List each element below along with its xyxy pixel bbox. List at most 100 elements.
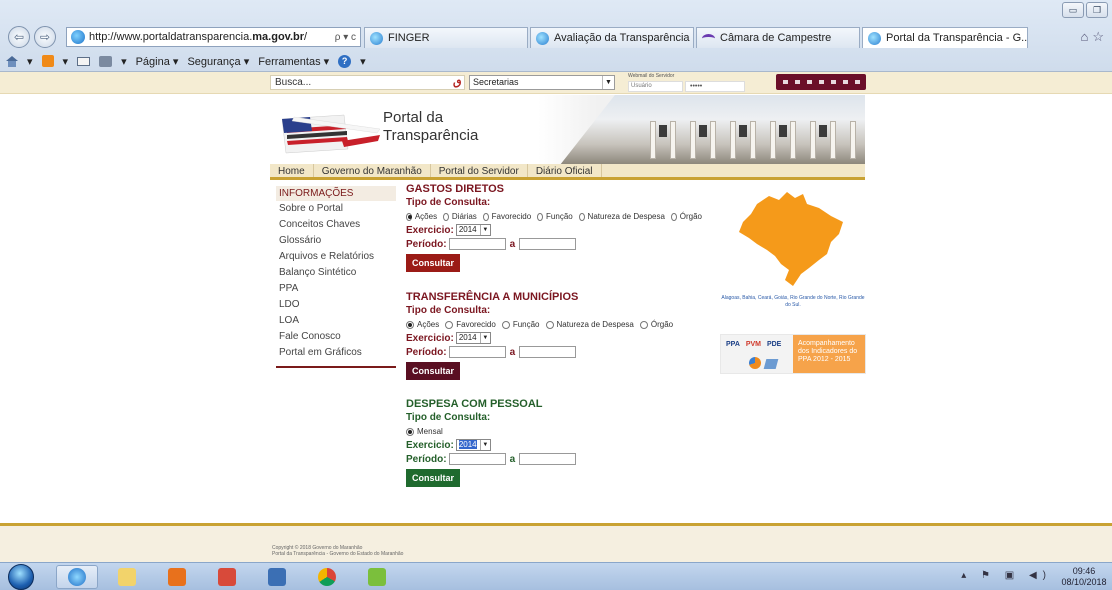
start-button[interactable]: [8, 564, 34, 590]
forward-button[interactable]: ⇨: [34, 26, 56, 48]
minimize-button[interactable]: ▭: [1062, 2, 1084, 18]
exercicio-label: Exercicio:: [406, 439, 454, 451]
access-dot[interactable]: [842, 80, 848, 84]
sidebar-item-fale-conosco[interactable]: Fale Conosco: [276, 329, 396, 345]
despesa-date-to[interactable]: [519, 453, 577, 465]
nav-governo[interactable]: Governo do Maranhão: [314, 164, 431, 177]
tab-portal-transparencia[interactable]: Portal da Transparência - G... ✕: [862, 27, 1028, 48]
transferencia-consultar-button[interactable]: Consultar: [406, 362, 461, 380]
periodo-label: Período:: [406, 238, 447, 250]
access-dot[interactable]: [794, 80, 800, 84]
sidebar-item-ppa[interactable]: PPA: [276, 281, 396, 297]
copyright: Copyright © 2018 Governo do Maranhão Por…: [272, 545, 404, 557]
access-dot[interactable]: [854, 80, 860, 84]
window-controls: ▭ ❐: [1062, 2, 1108, 18]
transferencia-radio-group: Ações Favorecido Função Natureza de Desp…: [406, 318, 706, 331]
taskbar-media[interactable]: [156, 565, 198, 589]
webmail-password-field[interactable]: •••••: [685, 81, 745, 92]
nav-home[interactable]: Home: [270, 164, 314, 177]
radio-natureza[interactable]: [545, 320, 554, 329]
ppa-labels: PPA PVM PDE: [726, 341, 785, 348]
feeds-icon[interactable]: [41, 55, 54, 67]
taskbar-paint[interactable]: [356, 565, 398, 589]
sidebar-item-graficos[interactable]: Portal em Gráficos: [276, 345, 396, 361]
palace-building-photo: [560, 95, 865, 165]
ie-icon: [536, 31, 549, 45]
chrome-icon: [318, 568, 336, 586]
ppa-indicators-banner[interactable]: PPA PVM PDE Acompanhamento dos Indicador…: [720, 334, 866, 374]
sidebar-item-glossario[interactable]: Glossário: [276, 233, 396, 249]
tab-label: Câmara de Campestre: [720, 32, 832, 44]
brazil-map-image[interactable]: [735, 186, 845, 291]
radio-funcao[interactable]: [501, 320, 510, 329]
search-input[interactable]: Busca...: [270, 75, 465, 90]
maranhao-flag-logo[interactable]: [282, 107, 382, 157]
page-menu[interactable]: Página ▾: [136, 55, 179, 68]
access-dot[interactable]: [818, 80, 824, 84]
despesa-pessoal-section: DESPESA COM PESSOAL Tipo de Consulta: Me…: [406, 398, 706, 487]
radio-favorecido[interactable]: [482, 212, 489, 221]
radio-funcao[interactable]: [537, 212, 544, 221]
address-bar[interactable]: http://www.portaldatransparencia.ma.gov.…: [66, 27, 361, 47]
print-icon[interactable]: [99, 55, 113, 67]
access-dot[interactable]: [830, 80, 836, 84]
access-dot[interactable]: [806, 80, 812, 84]
radio-diarias[interactable]: [443, 212, 449, 221]
sidebar-item-balanco[interactable]: Balanço Sintético: [276, 265, 396, 281]
taskbar-ie[interactable]: [56, 565, 98, 589]
gastos-date-to[interactable]: [519, 238, 577, 250]
help-icon[interactable]: ?: [338, 54, 352, 68]
taskbar-explorer[interactable]: [106, 565, 148, 589]
sidebar-item-ldo[interactable]: LDO: [276, 297, 396, 313]
snipping-tool-icon: [218, 568, 236, 586]
secretarias-select[interactable]: Secretarias ▼: [469, 75, 615, 90]
despesa-consultar-button[interactable]: Consultar: [406, 469, 461, 487]
tools-menu[interactable]: Ferramentas ▾: [258, 55, 329, 68]
webmail-user-field[interactable]: Usuário: [628, 81, 683, 92]
radio-natureza[interactable]: [578, 212, 585, 221]
search-icon[interactable]: ٯ: [453, 75, 462, 88]
gastos-date-from[interactable]: [448, 238, 506, 250]
gastos-title: GASTOS DIRETOS: [406, 183, 505, 195]
tab-camara[interactable]: Câmara de Campestre: [696, 27, 860, 48]
despesa-year-select[interactable]: 2014 ▼: [455, 439, 491, 451]
back-button[interactable]: ⇦: [8, 26, 30, 48]
radio-acoes[interactable]: [406, 320, 414, 329]
transferencia-year-select[interactable]: 2014 ▼: [455, 332, 491, 344]
radio-mensal[interactable]: [406, 427, 414, 436]
gastos-year-select[interactable]: 2014 ▼: [455, 224, 491, 236]
sidebar-item-sobre[interactable]: Sobre o Portal: [276, 201, 396, 217]
radio-acoes[interactable]: [406, 212, 412, 221]
nav-diario-oficial[interactable]: Diário Oficial: [528, 164, 602, 177]
home-icon[interactable]: [6, 55, 18, 67]
taskbar-snipping[interactable]: [206, 565, 248, 589]
mail-icon[interactable]: [77, 56, 91, 66]
despesa-date-from[interactable]: [448, 453, 506, 465]
ppa-banner-left: PPA PVM PDE: [721, 335, 793, 373]
tab-finger[interactable]: FINGER: [364, 27, 528, 48]
clock[interactable]: 09:46 08/10/2018: [1060, 566, 1108, 588]
radio-favorecido[interactable]: [445, 320, 454, 329]
taskbar-chrome[interactable]: [306, 565, 348, 589]
nav-portal-servidor[interactable]: Portal do Servidor: [431, 164, 528, 177]
security-menu[interactable]: Segurança ▾: [187, 55, 249, 68]
gastos-consultar-button[interactable]: Consultar: [406, 254, 461, 272]
radio-orgao[interactable]: [639, 320, 648, 329]
home-favorites-icons[interactable]: ⌂☆: [1080, 29, 1108, 45]
sidebar-item-loa[interactable]: LOA: [276, 313, 396, 329]
sidebar-item-arquivos[interactable]: Arquivos e Relatórios: [276, 249, 396, 265]
footer: Copyright © 2018 Governo do Maranhão Por…: [0, 526, 1112, 562]
map-caption[interactable]: Alagoas, Bahia, Ceará, Goiás, Rio Grande…: [720, 295, 866, 309]
transferencia-date-to[interactable]: [519, 346, 577, 358]
system-tray[interactable]: ▴ ⚑ ▣ ◀): [961, 570, 1052, 581]
transferencia-date-from[interactable]: [448, 346, 506, 358]
address-actions[interactable]: ρ ▾ c: [331, 32, 360, 43]
sidebar-item-conceitos[interactable]: Conceitos Chaves: [276, 217, 396, 233]
accessibility-bar[interactable]: [776, 74, 866, 90]
transferencia-title: TRANSFERÊNCIA A MUNICÍPIOS: [406, 291, 579, 303]
tab-avaliacao[interactable]: Avaliação da Transparência do...: [530, 27, 694, 48]
restore-button[interactable]: ❐: [1086, 2, 1108, 18]
taskbar-notepad[interactable]: [256, 565, 298, 589]
access-dot[interactable]: [782, 80, 788, 84]
radio-orgao[interactable]: [670, 212, 677, 221]
